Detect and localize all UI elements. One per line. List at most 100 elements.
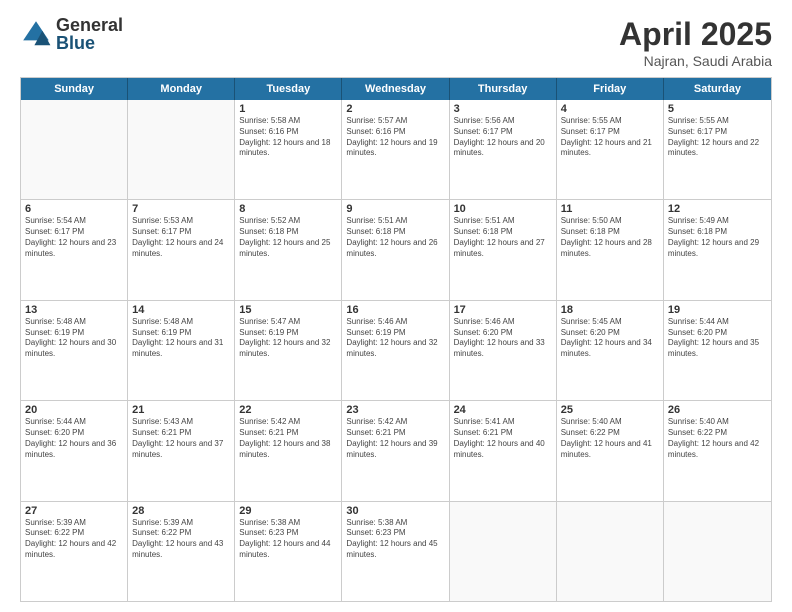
- calendar-cell: 5Sunrise: 5:55 AM Sunset: 6:17 PM Daylig…: [664, 100, 771, 199]
- day-number: 14: [132, 304, 230, 316]
- calendar-cell: 6Sunrise: 5:54 AM Sunset: 6:17 PM Daylig…: [21, 200, 128, 299]
- calendar-header-cell: Friday: [557, 78, 664, 100]
- calendar-cell: 27Sunrise: 5:39 AM Sunset: 6:22 PM Dayli…: [21, 502, 128, 601]
- day-number: 19: [668, 304, 767, 316]
- calendar-cell: [557, 502, 664, 601]
- calendar-cell: 25Sunrise: 5:40 AM Sunset: 6:22 PM Dayli…: [557, 401, 664, 500]
- day-info: Sunrise: 5:42 AM Sunset: 6:21 PM Dayligh…: [346, 417, 444, 460]
- day-number: 8: [239, 203, 337, 215]
- day-info: Sunrise: 5:42 AM Sunset: 6:21 PM Dayligh…: [239, 417, 337, 460]
- day-number: 10: [454, 203, 552, 215]
- day-number: 18: [561, 304, 659, 316]
- calendar-cell: 23Sunrise: 5:42 AM Sunset: 6:21 PM Dayli…: [342, 401, 449, 500]
- day-info: Sunrise: 5:51 AM Sunset: 6:18 PM Dayligh…: [346, 216, 444, 259]
- day-info: Sunrise: 5:48 AM Sunset: 6:19 PM Dayligh…: [25, 317, 123, 360]
- calendar-cell: 21Sunrise: 5:43 AM Sunset: 6:21 PM Dayli…: [128, 401, 235, 500]
- day-number: 12: [668, 203, 767, 215]
- day-number: 1: [239, 103, 337, 115]
- calendar-header-cell: Sunday: [21, 78, 128, 100]
- calendar-cell: 26Sunrise: 5:40 AM Sunset: 6:22 PM Dayli…: [664, 401, 771, 500]
- day-number: 9: [346, 203, 444, 215]
- header: General Blue April 2025 Najran, Saudi Ar…: [20, 16, 772, 69]
- day-info: Sunrise: 5:54 AM Sunset: 6:17 PM Dayligh…: [25, 216, 123, 259]
- day-info: Sunrise: 5:55 AM Sunset: 6:17 PM Dayligh…: [561, 116, 659, 159]
- calendar-row: 6Sunrise: 5:54 AM Sunset: 6:17 PM Daylig…: [21, 200, 771, 300]
- calendar-header-cell: Wednesday: [342, 78, 449, 100]
- calendar-cell: 17Sunrise: 5:46 AM Sunset: 6:20 PM Dayli…: [450, 301, 557, 400]
- day-info: Sunrise: 5:38 AM Sunset: 6:23 PM Dayligh…: [346, 518, 444, 561]
- day-number: 16: [346, 304, 444, 316]
- day-info: Sunrise: 5:57 AM Sunset: 6:16 PM Dayligh…: [346, 116, 444, 159]
- calendar-row: 20Sunrise: 5:44 AM Sunset: 6:20 PM Dayli…: [21, 401, 771, 501]
- day-info: Sunrise: 5:41 AM Sunset: 6:21 PM Dayligh…: [454, 417, 552, 460]
- calendar-cell: [450, 502, 557, 601]
- day-number: 24: [454, 404, 552, 416]
- day-info: Sunrise: 5:51 AM Sunset: 6:18 PM Dayligh…: [454, 216, 552, 259]
- day-info: Sunrise: 5:58 AM Sunset: 6:16 PM Dayligh…: [239, 116, 337, 159]
- calendar-cell: 1Sunrise: 5:58 AM Sunset: 6:16 PM Daylig…: [235, 100, 342, 199]
- calendar-header: SundayMondayTuesdayWednesdayThursdayFrid…: [21, 78, 771, 100]
- calendar-cell: 9Sunrise: 5:51 AM Sunset: 6:18 PM Daylig…: [342, 200, 449, 299]
- calendar-header-cell: Saturday: [664, 78, 771, 100]
- calendar-cell: [664, 502, 771, 601]
- day-info: Sunrise: 5:46 AM Sunset: 6:20 PM Dayligh…: [454, 317, 552, 360]
- calendar-cell: 4Sunrise: 5:55 AM Sunset: 6:17 PM Daylig…: [557, 100, 664, 199]
- day-info: Sunrise: 5:43 AM Sunset: 6:21 PM Dayligh…: [132, 417, 230, 460]
- logo-blue: Blue: [56, 34, 123, 52]
- calendar-cell: 8Sunrise: 5:52 AM Sunset: 6:18 PM Daylig…: [235, 200, 342, 299]
- day-number: 23: [346, 404, 444, 416]
- day-info: Sunrise: 5:39 AM Sunset: 6:22 PM Dayligh…: [132, 518, 230, 561]
- day-number: 7: [132, 203, 230, 215]
- day-number: 13: [25, 304, 123, 316]
- day-number: 4: [561, 103, 659, 115]
- calendar-cell: 18Sunrise: 5:45 AM Sunset: 6:20 PM Dayli…: [557, 301, 664, 400]
- day-info: Sunrise: 5:52 AM Sunset: 6:18 PM Dayligh…: [239, 216, 337, 259]
- logo: General Blue: [20, 16, 123, 52]
- day-number: 25: [561, 404, 659, 416]
- logo-general: General: [56, 16, 123, 34]
- day-number: 30: [346, 505, 444, 517]
- calendar-cell: 10Sunrise: 5:51 AM Sunset: 6:18 PM Dayli…: [450, 200, 557, 299]
- calendar-cell: 19Sunrise: 5:44 AM Sunset: 6:20 PM Dayli…: [664, 301, 771, 400]
- calendar-cell: [128, 100, 235, 199]
- day-number: 29: [239, 505, 337, 517]
- day-number: 15: [239, 304, 337, 316]
- calendar-cell: 3Sunrise: 5:56 AM Sunset: 6:17 PM Daylig…: [450, 100, 557, 199]
- calendar-header-cell: Monday: [128, 78, 235, 100]
- calendar-cell: 22Sunrise: 5:42 AM Sunset: 6:21 PM Dayli…: [235, 401, 342, 500]
- calendar-cell: 24Sunrise: 5:41 AM Sunset: 6:21 PM Dayli…: [450, 401, 557, 500]
- calendar-cell: 28Sunrise: 5:39 AM Sunset: 6:22 PM Dayli…: [128, 502, 235, 601]
- calendar-cell: 11Sunrise: 5:50 AM Sunset: 6:18 PM Dayli…: [557, 200, 664, 299]
- calendar-cell: 15Sunrise: 5:47 AM Sunset: 6:19 PM Dayli…: [235, 301, 342, 400]
- calendar-cell: 14Sunrise: 5:48 AM Sunset: 6:19 PM Dayli…: [128, 301, 235, 400]
- calendar-body: 1Sunrise: 5:58 AM Sunset: 6:16 PM Daylig…: [21, 100, 771, 601]
- calendar-cell: 20Sunrise: 5:44 AM Sunset: 6:20 PM Dayli…: [21, 401, 128, 500]
- day-number: 6: [25, 203, 123, 215]
- title-month: April 2025: [619, 16, 772, 53]
- day-number: 11: [561, 203, 659, 215]
- calendar-cell: 16Sunrise: 5:46 AM Sunset: 6:19 PM Dayli…: [342, 301, 449, 400]
- logo-text: General Blue: [56, 16, 123, 52]
- calendar-header-cell: Thursday: [450, 78, 557, 100]
- day-info: Sunrise: 5:53 AM Sunset: 6:17 PM Dayligh…: [132, 216, 230, 259]
- day-info: Sunrise: 5:46 AM Sunset: 6:19 PM Dayligh…: [346, 317, 444, 360]
- day-number: 22: [239, 404, 337, 416]
- day-number: 27: [25, 505, 123, 517]
- day-info: Sunrise: 5:44 AM Sunset: 6:20 PM Dayligh…: [668, 317, 767, 360]
- day-info: Sunrise: 5:55 AM Sunset: 6:17 PM Dayligh…: [668, 116, 767, 159]
- calendar: SundayMondayTuesdayWednesdayThursdayFrid…: [20, 77, 772, 602]
- day-number: 5: [668, 103, 767, 115]
- calendar-row: 1Sunrise: 5:58 AM Sunset: 6:16 PM Daylig…: [21, 100, 771, 200]
- title-location: Najran, Saudi Arabia: [619, 53, 772, 69]
- day-info: Sunrise: 5:39 AM Sunset: 6:22 PM Dayligh…: [25, 518, 123, 561]
- day-number: 20: [25, 404, 123, 416]
- day-number: 3: [454, 103, 552, 115]
- calendar-header-cell: Tuesday: [235, 78, 342, 100]
- day-info: Sunrise: 5:40 AM Sunset: 6:22 PM Dayligh…: [668, 417, 767, 460]
- day-info: Sunrise: 5:56 AM Sunset: 6:17 PM Dayligh…: [454, 116, 552, 159]
- calendar-cell: 30Sunrise: 5:38 AM Sunset: 6:23 PM Dayli…: [342, 502, 449, 601]
- day-info: Sunrise: 5:49 AM Sunset: 6:18 PM Dayligh…: [668, 216, 767, 259]
- calendar-row: 27Sunrise: 5:39 AM Sunset: 6:22 PM Dayli…: [21, 502, 771, 601]
- day-info: Sunrise: 5:44 AM Sunset: 6:20 PM Dayligh…: [25, 417, 123, 460]
- calendar-cell: 7Sunrise: 5:53 AM Sunset: 6:17 PM Daylig…: [128, 200, 235, 299]
